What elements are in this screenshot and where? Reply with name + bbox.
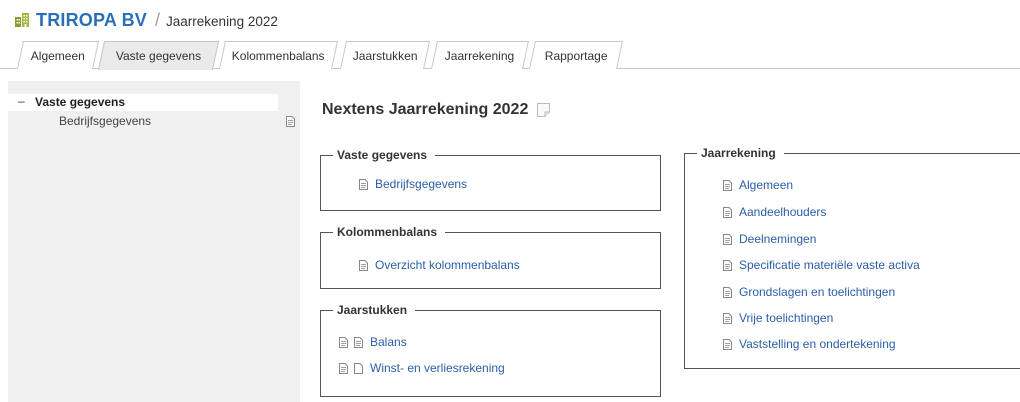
group-legend: Jaarrekening <box>687 146 784 160</box>
document-icon <box>723 338 732 350</box>
tab-jaarrekening[interactable]: Jaarrekening <box>431 41 529 69</box>
tab-kolommenbalans[interactable]: Kolommenbalans <box>219 41 338 69</box>
title-separator: / <box>155 9 161 30</box>
link-algemeen[interactable]: Algemeen <box>739 178 793 192</box>
list-item[interactable]: Balans <box>339 335 407 349</box>
link-aandeelhouders[interactable]: Aandeelhouders <box>739 205 826 219</box>
group-legend: Jaarstukken <box>322 303 416 317</box>
title-bar: TRIROPA BV / Jaarrekening 2022 <box>14 8 278 32</box>
link-grondslagen-en-toelichtingen[interactable]: Grondslagen en toelichtingen <box>739 285 895 299</box>
document-icon <box>723 233 732 245</box>
document-icon <box>723 286 732 298</box>
link-deelnemingen[interactable]: Deelnemingen <box>739 232 816 246</box>
note-icon[interactable] <box>536 102 551 118</box>
document-icon <box>354 336 363 348</box>
link-overzicht-kolommenbalans[interactable]: Overzicht kolommenbalans <box>375 258 520 272</box>
tab-jaarstukken[interactable]: Jaarstukken <box>340 41 430 69</box>
group-jaarstukken: Jaarstukken Balans Winst- en verliesreke… <box>320 303 661 397</box>
list-item[interactable]: Vaststelling en ondertekening <box>723 337 896 351</box>
document-icon <box>723 179 732 191</box>
sidebar-item-vaste-gegevens[interactable]: Vaste gegevens <box>35 95 125 109</box>
link-bedrijfsgegevens[interactable]: Bedrijfsgegevens <box>375 177 467 191</box>
sidebar-tree: – Vaste gegevens Bedrijfsgegevens <box>8 81 300 402</box>
list-item[interactable]: Winst- en verliesrekening <box>339 361 505 375</box>
group-kolommenbalans: Kolommenbalans Overzicht kolommenbalans <box>320 225 661 289</box>
sidebar-item-bedrijfsgegevens[interactable]: Bedrijfsgegevens <box>59 114 151 128</box>
company-name[interactable]: TRIROPA BV <box>36 10 147 31</box>
list-item[interactable]: Deelnemingen <box>723 232 816 246</box>
list-item[interactable]: Algemeen <box>723 178 793 192</box>
group-vaste-gegevens: Vaste gegevens Bedrijfsgegevens <box>320 148 661 211</box>
document-icon <box>723 259 732 271</box>
document-icon[interactable] <box>339 336 348 348</box>
tab-rapportage[interactable]: Rapportage <box>529 41 623 69</box>
list-item[interactable]: Grondslagen en toelichtingen <box>723 285 895 299</box>
page-title: Nextens Jaarrekening 2022 <box>322 101 551 119</box>
list-item[interactable]: Overzicht kolommenbalans <box>359 258 520 272</box>
link-specificatie-materiele-vaste-activa[interactable]: Specificatie materiële vaste activa <box>739 258 920 272</box>
building-icon <box>15 13 29 27</box>
document-icon[interactable] <box>286 116 295 127</box>
list-item[interactable]: Aandeelhouders <box>723 205 826 219</box>
group-jaarrekening: Jaarrekening Algemeen Aandeelhouders Dee… <box>684 146 1020 369</box>
document-icon <box>723 206 732 218</box>
document-icon <box>723 312 732 324</box>
tab-bar: Algemeen Vaste gegevens Kolommenbalans J… <box>0 36 1020 70</box>
list-item[interactable]: Specificatie materiële vaste activa <box>723 258 920 272</box>
blank-page-icon <box>354 362 363 374</box>
link-vrije-toelichtingen[interactable]: Vrije toelichtingen <box>739 311 833 325</box>
document-title: Jaarrekening 2022 <box>166 13 278 29</box>
tab-vaste-gegevens[interactable]: Vaste gegevens <box>97 41 220 70</box>
link-winst-en-verliesrekening[interactable]: Winst- en verliesrekening <box>370 361 505 375</box>
document-icon <box>359 259 368 271</box>
group-legend: Kolommenbalans <box>322 225 446 239</box>
document-icon <box>359 178 368 190</box>
collapse-toggle[interactable]: – <box>18 94 25 108</box>
list-item[interactable]: Vrije toelichtingen <box>723 311 833 325</box>
group-legend: Vaste gegevens <box>322 148 436 162</box>
link-balans[interactable]: Balans <box>370 335 407 349</box>
tab-algemeen[interactable]: Algemeen <box>17 41 99 69</box>
link-vaststelling-en-ondertekening[interactable]: Vaststelling en ondertekening <box>739 337 896 351</box>
document-icon[interactable] <box>339 362 348 374</box>
list-item[interactable]: Bedrijfsgegevens <box>359 177 467 191</box>
